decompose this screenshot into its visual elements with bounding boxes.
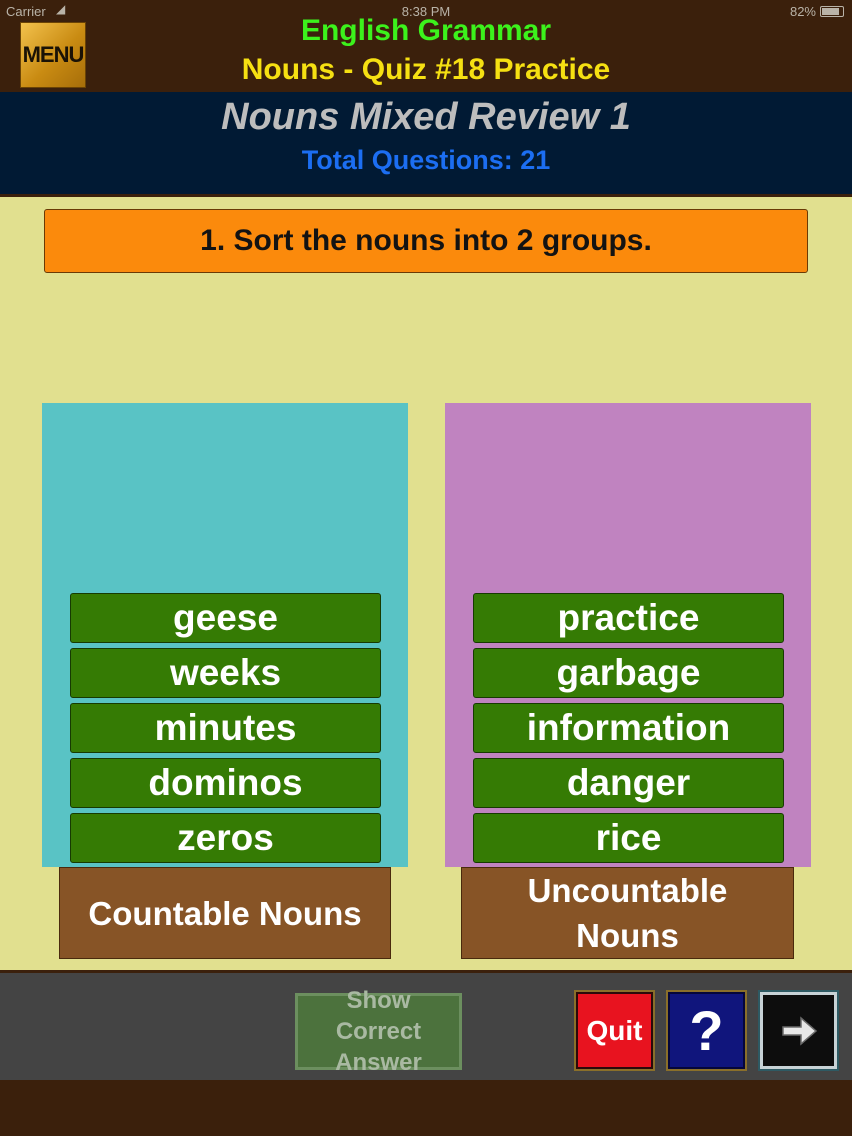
show-answer-line2: Correct Answer [335,1018,422,1076]
word-tile[interactable]: weeks [70,648,381,698]
total-questions: Total Questions: 21 [301,145,551,175]
question-prompt: 1. Sort the nouns into 2 groups. [44,209,808,273]
help-button[interactable]: ? [666,990,747,1071]
word-tile[interactable]: danger [473,758,784,808]
word-tile[interactable]: information [473,703,784,753]
arrow-right-icon [781,1015,817,1046]
app-title: English Grammar [300,14,552,47]
word-tile[interactable]: practice [473,593,784,643]
show-answer-line1: Show [346,987,411,1014]
word-tile[interactable]: geese [70,593,381,643]
quiz-banner: Nouns Mixed Review 1 Total Questions: 21 [0,92,852,194]
word-tile[interactable]: zeros [70,813,381,863]
quiz-area: 1. Sort the nouns into 2 groups. geese w… [0,194,852,970]
footer-strip [0,1080,852,1136]
show-correct-answer-button[interactable]: Show Correct Answer [295,987,462,1076]
next-button[interactable] [758,990,839,1071]
quiz-set-title: Nouns Mixed Review 1 [221,96,631,138]
uncountable-nouns-label: Uncountable Nouns [461,867,794,959]
word-tile[interactable]: garbage [473,648,784,698]
word-tile[interactable]: dominos [70,758,381,808]
quit-button[interactable]: Quit [574,990,655,1071]
quiz-title: Nouns - Quiz #18 Practice [241,53,611,86]
word-tile[interactable]: minutes [70,703,381,753]
countable-nouns-label: Countable Nouns [59,867,391,959]
bottom-toolbar: Show Correct Answer Quit ? [0,970,852,1080]
word-tile[interactable]: rice [473,813,784,863]
